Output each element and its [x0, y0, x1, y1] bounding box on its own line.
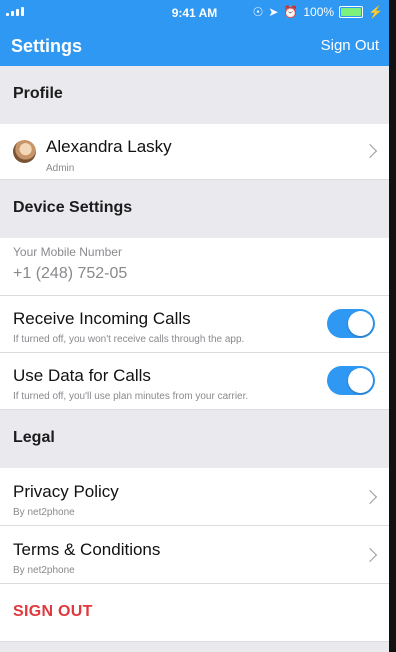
section-header-device: Device Settings	[0, 180, 389, 238]
chevron-right-icon	[362, 143, 378, 159]
section-title: Profile	[13, 85, 63, 102]
profile-row[interactable]: Alexandra Lasky Admin	[0, 124, 389, 180]
orientation-lock-icon: ☉	[252, 5, 264, 19]
avatar	[13, 140, 36, 163]
section-header-profile: Profile	[0, 66, 389, 124]
data-calls-title: Use Data for Calls	[13, 366, 151, 385]
chevron-right-icon	[362, 489, 378, 505]
profile-role: Admin	[46, 163, 75, 174]
privacy-policy-row[interactable]: Privacy Policy By net2phone	[0, 468, 389, 526]
sign-out-row[interactable]: SIGN OUT	[0, 584, 389, 642]
section-title: Legal	[13, 429, 55, 446]
chevron-right-icon	[362, 547, 378, 563]
alarm-icon: ⏰	[283, 5, 299, 19]
location-icon: ➤	[268, 5, 279, 19]
privacy-policy-subtitle: By net2phone	[13, 507, 75, 518]
terms-subtitle: By net2phone	[13, 565, 75, 576]
incoming-calls-toggle[interactable]	[327, 309, 375, 338]
incoming-calls-row: Receive Incoming Calls If turned off, yo…	[0, 296, 389, 353]
incoming-calls-title: Receive Incoming Calls	[13, 309, 191, 328]
data-calls-row: Use Data for Calls If turned off, you'll…	[0, 353, 389, 410]
battery-percent: 100%	[303, 5, 335, 19]
terms-row[interactable]: Terms & Conditions By net2phone	[0, 526, 389, 584]
charging-icon: ⚡	[368, 5, 383, 19]
data-calls-toggle[interactable]	[327, 366, 375, 395]
nav-bar: Settings Sign Out	[0, 26, 389, 66]
data-calls-subtitle: If turned off, you'll use plan minutes f…	[13, 391, 249, 402]
section-title: Device Settings	[13, 199, 133, 216]
privacy-policy-title: Privacy Policy	[13, 482, 119, 501]
sign-out-button[interactable]: SIGN OUT	[13, 603, 93, 621]
incoming-calls-subtitle: If turned off, you won't receive calls t…	[13, 334, 245, 345]
page-title: Settings	[11, 36, 83, 56]
terms-title: Terms & Conditions	[13, 540, 161, 559]
section-header-legal: Legal	[0, 410, 389, 468]
sign-out-nav-button[interactable]: Sign Out	[321, 37, 379, 54]
mobile-number-label: Your Mobile Number	[13, 245, 122, 259]
battery-icon	[339, 6, 364, 18]
screen-edge	[389, 0, 396, 652]
mobile-number-row[interactable]: Your Mobile Number +1 (248) 752-05	[0, 238, 389, 296]
app-screen: 9:41 AM ☉ ➤ ⏰ 100% ⚡ Settings Sign Out P…	[0, 0, 389, 652]
mobile-number-value: +1 (248) 752-05	[13, 265, 128, 282]
profile-name: Alexandra Lasky	[46, 137, 172, 156]
status-bar: 9:41 AM ☉ ➤ ⏰ 100% ⚡	[0, 0, 389, 26]
